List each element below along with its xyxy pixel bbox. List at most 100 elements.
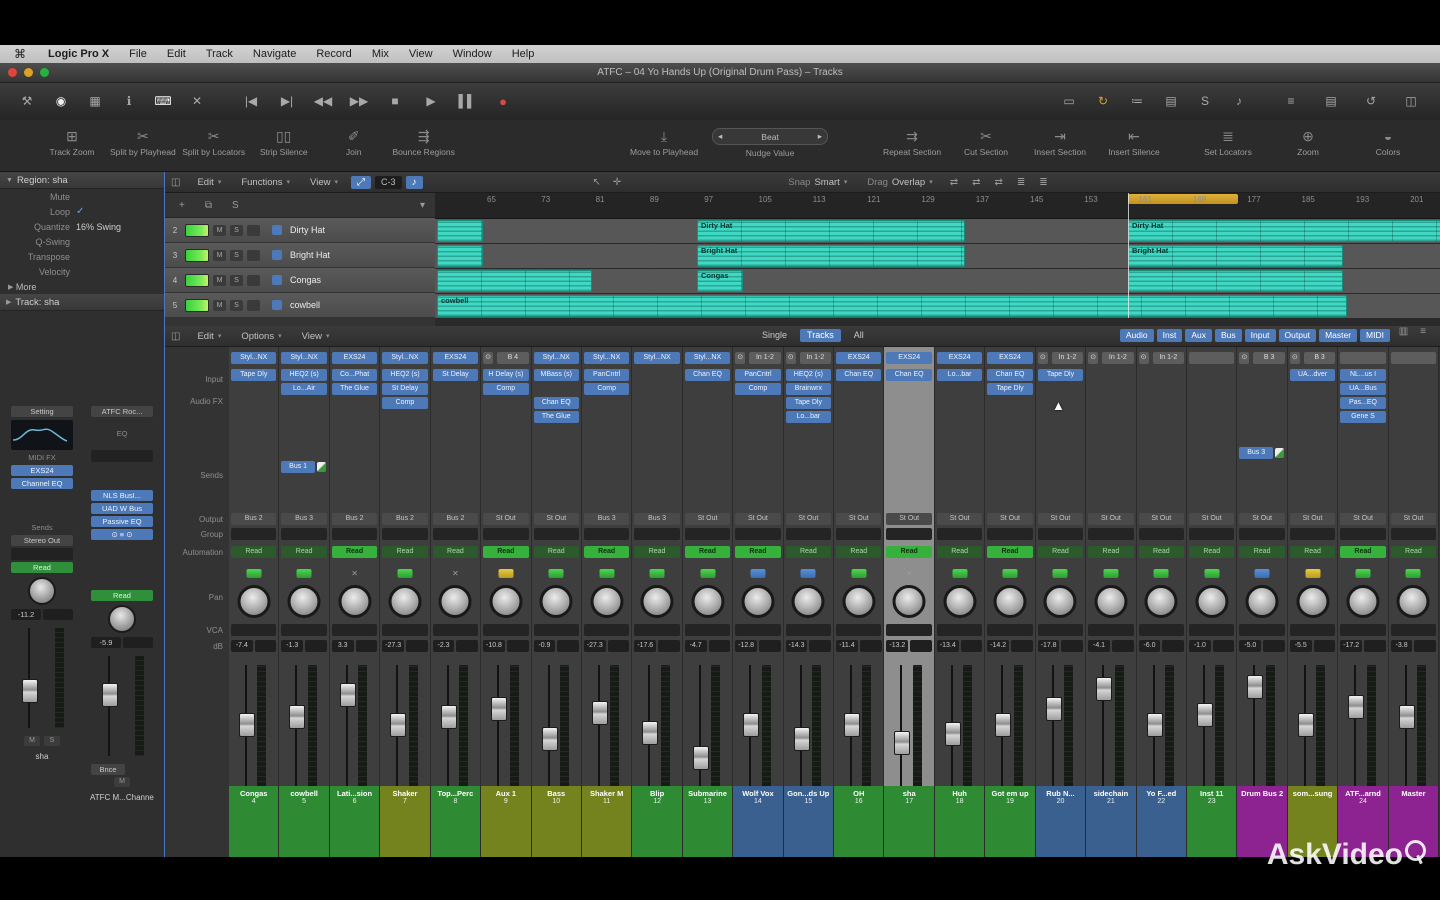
automation-mode-button[interactable]: Read bbox=[1391, 546, 1436, 558]
channel-setting-button[interactable]: Setting bbox=[11, 406, 73, 417]
zoom-window-button[interactable] bbox=[40, 68, 49, 77]
horizontal-zoom-icon[interactable]: ≣ bbox=[1033, 177, 1053, 188]
format-indicator-yellow[interactable] bbox=[498, 569, 513, 578]
quick-help-icon[interactable]: ◉ bbox=[48, 89, 74, 113]
format-indicator-x[interactable]: ✕ bbox=[448, 569, 463, 578]
volume-fader[interactable] bbox=[987, 661, 1032, 791]
input-slot[interactable]: Styl...NX bbox=[534, 352, 579, 364]
solo-button[interactable]: S bbox=[230, 225, 243, 236]
mute-button[interactable]: M bbox=[213, 225, 226, 236]
format-indicator-green[interactable] bbox=[397, 569, 412, 578]
vca-slot[interactable] bbox=[1139, 624, 1184, 636]
fader-cap[interactable] bbox=[340, 683, 356, 707]
strip-view-icon[interactable]: ▥ bbox=[1393, 326, 1414, 337]
automation-mode-button[interactable]: Read bbox=[534, 546, 579, 558]
audio-fx-slot-loair[interactable]: Lo...Air bbox=[281, 383, 326, 395]
vca-slot[interactable] bbox=[886, 624, 931, 636]
pan-knob[interactable] bbox=[1397, 585, 1430, 618]
click-icon[interactable]: ♪ bbox=[1226, 89, 1252, 113]
channel-strip-shakerm[interactable]: Styl...NXPanCntrlCompBus 3Read-27.3MSSha… bbox=[582, 347, 632, 857]
input-slot[interactable]: B 3 bbox=[1253, 352, 1284, 364]
volume-fader[interactable] bbox=[584, 661, 629, 791]
channel-nameplate[interactable]: Wolf Vox14 bbox=[733, 786, 782, 857]
group-slot[interactable] bbox=[987, 528, 1032, 540]
mixer-menu-options[interactable]: Options▾ bbox=[232, 331, 290, 342]
volume-db-value[interactable]: -7.4 bbox=[231, 640, 253, 652]
input-mono-icon[interactable]: ⊙ bbox=[1290, 352, 1300, 364]
input-monitor-button[interactable] bbox=[247, 225, 260, 236]
channel-strip-yofed[interactable]: ⊙In 1-2St OutRead-6.0MSYo F...ed22 bbox=[1137, 347, 1187, 857]
audio-fx-slot-heq2s[interactable]: HEQ2 (s) bbox=[382, 369, 427, 381]
volume-fader[interactable] bbox=[281, 661, 326, 791]
pause-button[interactable]: ▌▌ bbox=[454, 89, 480, 113]
volume-fader[interactable] bbox=[886, 661, 931, 791]
channel-strip-sha[interactable]: EXS24Chan EQSt OutRead✕-13.2MSsha17 bbox=[884, 347, 934, 857]
output-slot[interactable]: St Out bbox=[534, 513, 579, 525]
audio-fx-slot-hdelays[interactable]: H Delay (s) bbox=[483, 369, 528, 381]
solo-button[interactable]: S bbox=[230, 300, 243, 311]
audio-fx-slot-cophat[interactable]: Co...Phat bbox=[332, 369, 377, 381]
automation-mode-button[interactable]: Read bbox=[685, 546, 730, 558]
input-slot[interactable]: Styl...NX bbox=[634, 352, 679, 364]
solo-button[interactable]: S bbox=[230, 250, 243, 261]
pan-knob[interactable] bbox=[641, 585, 674, 618]
group-slot[interactable] bbox=[1189, 528, 1234, 540]
vca-slot[interactable] bbox=[1189, 624, 1234, 636]
input-slot[interactable]: EXS24 bbox=[332, 352, 377, 364]
fader-cap[interactable] bbox=[794, 727, 810, 751]
volume-db-value[interactable]: -14.2 bbox=[987, 640, 1009, 652]
group-slot[interactable] bbox=[483, 528, 528, 540]
volume-db-value[interactable]: -3.8 bbox=[1391, 640, 1413, 652]
audio-fx-slot-uadver[interactable]: UA...dver bbox=[1290, 369, 1335, 381]
channel-nameplate[interactable]: Gon...ds Up15 bbox=[784, 786, 833, 857]
group-slot[interactable] bbox=[231, 528, 276, 540]
inspector-icon[interactable]: ℹ bbox=[116, 89, 142, 113]
channel-strip-aux1[interactable]: ⊙B 4H Delay (s)CompSt OutRead-10.8MSAux … bbox=[481, 347, 531, 857]
format-indicator-x[interactable]: ✕ bbox=[902, 569, 917, 578]
mute-button[interactable]: M bbox=[114, 777, 130, 787]
pan-knob[interactable] bbox=[1094, 585, 1127, 618]
midi-region[interactable] bbox=[437, 220, 483, 242]
channel-strip-gondsup[interactable]: ⊙In 1-2HEQ2 (s)BrainwrxTape DlyLo...barS… bbox=[784, 347, 834, 857]
output-slot[interactable]: St Out bbox=[886, 513, 931, 525]
mixer-settings-icon[interactable]: ≡ bbox=[1414, 326, 1432, 337]
fader-cap[interactable] bbox=[1046, 697, 1062, 721]
volume-fader[interactable] bbox=[786, 661, 831, 791]
output-slot[interactable]: St Out bbox=[1088, 513, 1133, 525]
input-slot[interactable]: Styl...NX bbox=[382, 352, 427, 364]
menu-item-file[interactable]: File bbox=[119, 48, 157, 60]
go-to-beginning-button[interactable]: |◀ bbox=[238, 89, 264, 113]
pan-knob[interactable] bbox=[842, 585, 875, 618]
gain-slider[interactable] bbox=[91, 450, 153, 462]
automation-mode-button[interactable]: Read bbox=[1139, 546, 1184, 558]
library-icon[interactable]: ▦ bbox=[82, 89, 108, 113]
audio-fx-slot-theglue[interactable]: The Glue bbox=[534, 411, 579, 423]
channel-nameplate[interactable]: Huh18 bbox=[935, 786, 984, 857]
toolbar-button-strip-silence[interactable]: ▯▯Strip Silence bbox=[252, 128, 316, 157]
output-slot[interactable]: St Out bbox=[786, 513, 831, 525]
output-slot[interactable]: Bus 3 bbox=[584, 513, 629, 525]
toolbar-button-track-zoom[interactable]: ⊞Track Zoom bbox=[40, 128, 104, 157]
midi-region[interactable] bbox=[437, 270, 592, 292]
fader-cap[interactable] bbox=[1399, 705, 1415, 729]
channel-strip-drumbus2[interactable]: ⊙B 3Bus 3St OutRead-5.0MSDrum Bus 2 bbox=[1237, 347, 1287, 857]
pan-knob[interactable] bbox=[1195, 585, 1228, 618]
channel-nameplate[interactable]: Lati...sion6 bbox=[330, 786, 379, 857]
input-monitor-button[interactable] bbox=[247, 250, 260, 261]
pan-knob[interactable] bbox=[1346, 585, 1379, 618]
group-slot[interactable] bbox=[433, 528, 478, 540]
input-slot[interactable]: B 3 bbox=[1304, 352, 1335, 364]
mute-button[interactable]: M bbox=[213, 250, 226, 261]
audio-fx-slot-stdelay[interactable]: St Delay bbox=[382, 383, 427, 395]
fader-cap[interactable] bbox=[995, 713, 1011, 737]
track-header-congas[interactable]: 4MSCongas bbox=[165, 268, 435, 292]
track-inspector-header[interactable]: ▶ Track: sha bbox=[0, 294, 164, 311]
input-mono-icon[interactable]: ⊙ bbox=[1139, 352, 1149, 364]
global-solo-icon[interactable]: S bbox=[226, 200, 245, 211]
tracks-menu-functions[interactable]: Functions▾ bbox=[232, 177, 299, 188]
musical-typing-icon[interactable]: ⌨ bbox=[150, 89, 176, 113]
solo-button[interactable]: S bbox=[230, 275, 243, 286]
apple-loops-icon[interactable]: ↺ bbox=[1358, 89, 1384, 113]
automation-mode-button[interactable]: Read bbox=[1189, 546, 1234, 558]
group-slot[interactable] bbox=[685, 528, 730, 540]
